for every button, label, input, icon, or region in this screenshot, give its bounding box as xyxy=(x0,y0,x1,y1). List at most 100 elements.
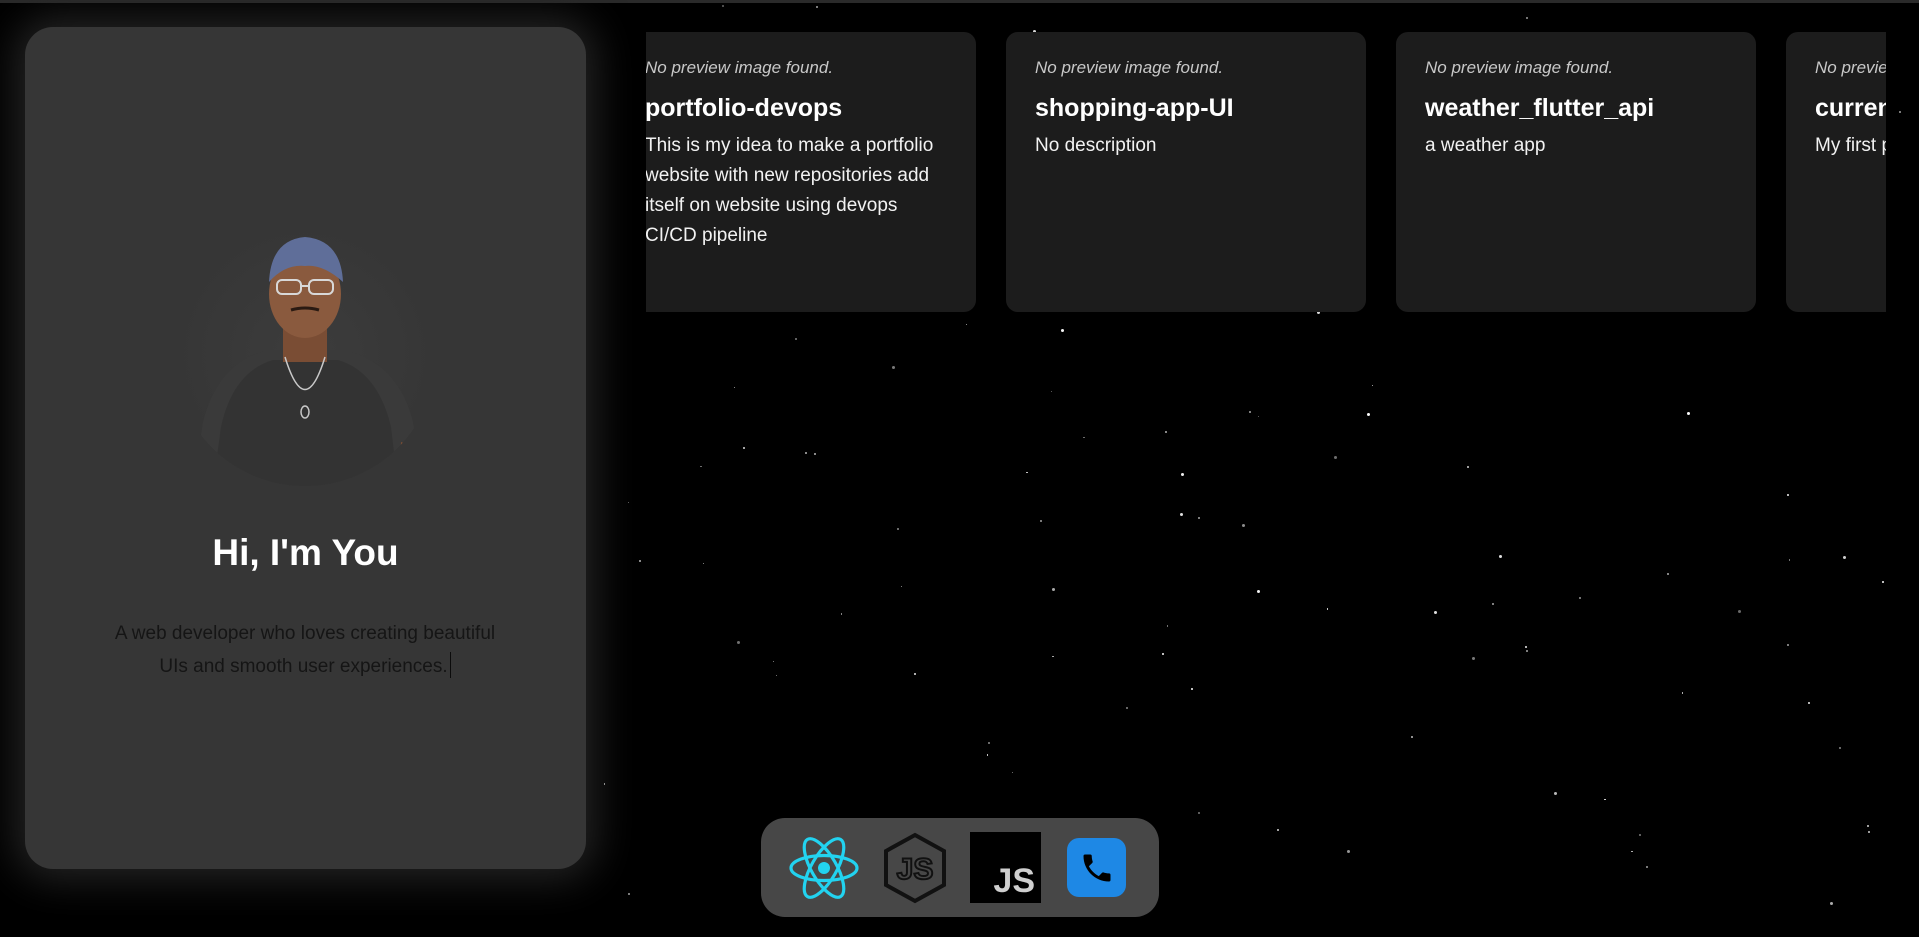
repo-carousel[interactable]: No preview image found. portfolio-devops… xyxy=(646,32,1886,312)
star xyxy=(700,466,702,468)
repo-track: No preview image found. portfolio-devops… xyxy=(646,32,1886,312)
star xyxy=(638,560,641,563)
repo-description: This is my idea to make a portfolio webs… xyxy=(646,135,934,246)
star xyxy=(914,673,917,676)
star xyxy=(733,386,735,388)
no-preview-text: No preview image found. xyxy=(646,58,834,77)
svg-text:JS: JS xyxy=(896,853,933,886)
star xyxy=(1579,597,1582,600)
star xyxy=(721,5,724,8)
no-preview-text: No preview image found. xyxy=(1815,58,1886,77)
avatar xyxy=(173,222,437,486)
star xyxy=(1060,328,1064,332)
star xyxy=(1256,590,1260,594)
star xyxy=(1326,608,1329,610)
star xyxy=(775,674,777,676)
star xyxy=(1052,655,1054,658)
repo-card[interactable]: No preview image found. shopping-app-UI … xyxy=(1006,32,1366,312)
star xyxy=(1434,610,1438,614)
javascript-label: JS xyxy=(993,862,1035,900)
star xyxy=(1526,17,1529,20)
star xyxy=(1191,688,1193,690)
star xyxy=(986,754,989,756)
star xyxy=(1161,653,1164,656)
star xyxy=(1165,430,1168,433)
repo-description: My first project xyxy=(1815,135,1886,156)
profile-card: Hi, I'm You A web developer who loves cr… xyxy=(25,27,586,869)
star xyxy=(1039,519,1042,522)
repo-card[interactable]: No preview image found. weather_flutter_… xyxy=(1396,32,1756,312)
star xyxy=(1738,610,1742,614)
react-icon[interactable] xyxy=(788,832,859,903)
star xyxy=(1604,798,1606,801)
repo-card[interactable]: No preview image found. currency-convert… xyxy=(1786,32,1886,312)
star xyxy=(737,640,741,644)
star xyxy=(1411,735,1414,738)
star xyxy=(965,324,967,326)
star xyxy=(805,451,808,454)
star xyxy=(813,453,816,456)
page-title: Hi, I'm You xyxy=(212,532,399,573)
no-preview-text: No preview image found. xyxy=(1035,58,1224,77)
star xyxy=(896,528,899,531)
star xyxy=(1666,573,1669,576)
no-preview-text: No preview image found. xyxy=(1425,58,1614,77)
star xyxy=(1467,466,1469,468)
star xyxy=(1012,771,1014,773)
star xyxy=(603,783,606,785)
star xyxy=(1346,850,1350,854)
repo-card[interactable]: No preview image found. portfolio-devops… xyxy=(646,32,976,312)
star xyxy=(1472,656,1476,660)
javascript-icon[interactable]: JS xyxy=(970,832,1041,903)
star xyxy=(1839,747,1842,750)
star xyxy=(702,562,705,565)
star xyxy=(840,613,843,615)
tech-dock: JS JS xyxy=(761,818,1159,917)
star xyxy=(1786,644,1789,647)
star xyxy=(1126,706,1129,709)
star xyxy=(1808,702,1811,705)
star xyxy=(1789,559,1791,561)
star xyxy=(1866,824,1869,827)
star xyxy=(1631,851,1633,853)
star xyxy=(1197,811,1200,814)
star xyxy=(1372,385,1374,387)
star xyxy=(1868,831,1871,834)
star xyxy=(1526,650,1528,652)
repo-name: shopping-app-UI xyxy=(1035,94,1234,122)
phone-icon[interactable] xyxy=(1061,832,1132,903)
javascript-badge: JS xyxy=(970,832,1041,903)
star xyxy=(1180,473,1184,477)
hero-subtitle: A web developer who loves creating beaut… xyxy=(105,617,505,683)
text-caret xyxy=(449,652,451,678)
star xyxy=(1026,472,1028,474)
star xyxy=(1249,410,1252,413)
star xyxy=(815,5,818,8)
star xyxy=(1197,516,1200,519)
repo-description: No description xyxy=(1035,135,1157,156)
star xyxy=(1052,588,1056,592)
star xyxy=(1646,865,1649,868)
nodejs-icon[interactable]: JS xyxy=(879,832,950,903)
star xyxy=(1843,555,1846,559)
star xyxy=(1083,436,1085,439)
star xyxy=(742,447,745,450)
star xyxy=(892,365,896,369)
star xyxy=(1786,493,1789,496)
hero-subtitle-text: A web developer who loves creating beaut… xyxy=(114,623,496,677)
star xyxy=(1524,646,1527,649)
star xyxy=(1499,555,1503,559)
star xyxy=(1492,603,1495,606)
star xyxy=(1180,513,1184,517)
star xyxy=(1639,834,1642,837)
star xyxy=(627,501,629,504)
star xyxy=(1166,625,1168,627)
repo-name: portfolio-devops xyxy=(646,94,843,122)
star xyxy=(628,892,631,895)
star xyxy=(987,742,990,745)
star xyxy=(1367,413,1371,417)
star xyxy=(1686,412,1690,416)
star xyxy=(1257,415,1260,417)
star xyxy=(1276,828,1279,831)
repo-name: weather_flutter_api xyxy=(1425,94,1655,122)
